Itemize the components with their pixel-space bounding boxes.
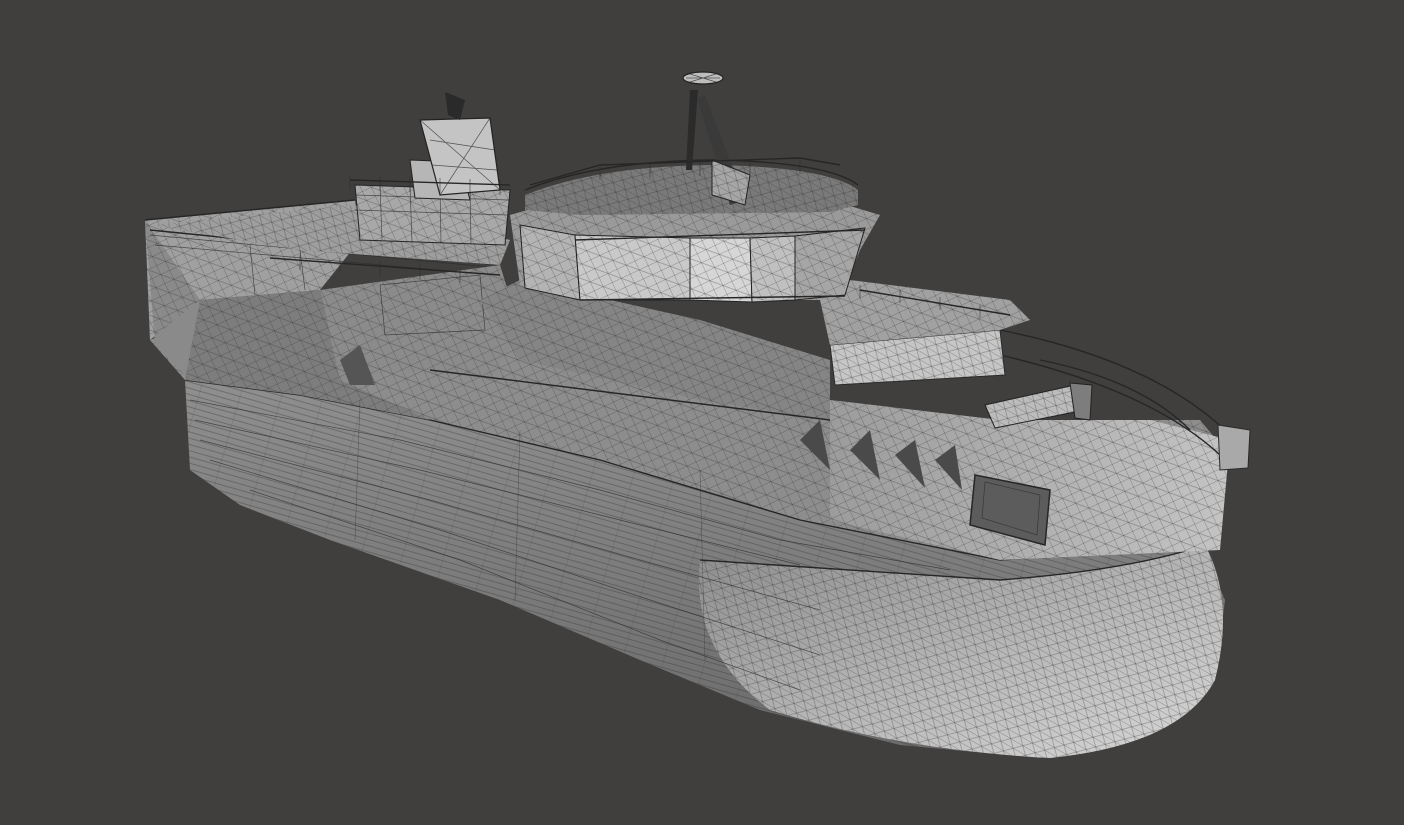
bulbous-bow bbox=[698, 544, 1223, 758]
ship-mesh-render[interactable] bbox=[0, 0, 1404, 825]
fore-deck-housing bbox=[820, 280, 1030, 386]
3d-viewport[interactable] bbox=[0, 0, 1404, 825]
aft-deckhouse bbox=[354, 92, 511, 246]
bow-fairlead bbox=[1217, 424, 1251, 471]
